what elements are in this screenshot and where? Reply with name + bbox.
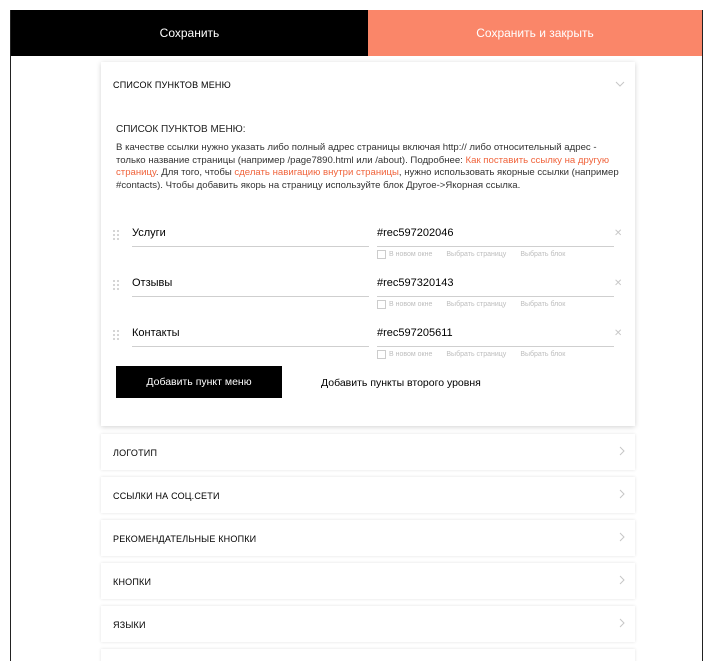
section-header[interactable]: ЛОГОТИП [113, 448, 157, 458]
drag-handle-icon[interactable] [113, 330, 119, 344]
menu-items-panel-header[interactable]: СПИСОК ПУНКТОВ МЕНЮ [113, 80, 231, 90]
section-recommend-buttons[interactable]: РЕКОМЕНДАТЕЛЬНЫЕ КНОПКИ [101, 520, 635, 556]
section-logo[interactable]: ЛОГОТИП [101, 434, 635, 470]
menu-item-options: В новом окне Выбрать страницу Выбрать бл… [377, 250, 579, 259]
chevron-right-icon[interactable] [619, 446, 625, 459]
editor-frame: Сохранить Сохранить и закрыть СПИСОК ПУН… [10, 10, 703, 661]
chevron-right-icon[interactable] [619, 489, 625, 502]
add-second-level-items-link[interactable]: Добавить пункты второго уровня [321, 377, 481, 389]
menu-item-link-input[interactable]: #rec597202046 [377, 222, 614, 247]
menu-item-row: Услуги #rec597202046 ✕ В новом окне Выбр… [101, 218, 635, 268]
section-social-links[interactable]: ССЫЛКИ НА СОЦ.СЕТИ [101, 477, 635, 513]
drag-handle-icon[interactable] [113, 230, 119, 244]
link-in-page-navigation[interactable]: сделать навигацию внутри страницы [234, 167, 398, 178]
select-page-link[interactable]: Выбрать страницу [446, 351, 506, 358]
chevron-right-icon[interactable] [619, 618, 625, 631]
menu-items-panel: СПИСОК ПУНКТОВ МЕНЮ СПИСОК ПУНКТОВ МЕНЮ:… [101, 62, 635, 426]
menu-item-title-input[interactable]: Контакты [132, 322, 369, 347]
menu-item-title-input[interactable]: Отзывы [132, 272, 369, 297]
select-page-link[interactable]: Выбрать страницу [446, 301, 506, 308]
section-header[interactable]: ССЫЛКИ НА СОЦ.СЕТИ [113, 491, 220, 501]
chevron-right-icon[interactable] [619, 532, 625, 545]
menu-item-row: Отзывы #rec597320143 ✕ В новом окне Выбр… [101, 268, 635, 318]
top-toolbar: Сохранить Сохранить и закрыть [11, 10, 702, 56]
menu-item-link-input[interactable]: #rec597320143 [377, 272, 614, 297]
menu-item-title-input[interactable]: Услуги [132, 222, 369, 247]
select-page-link[interactable]: Выбрать страницу [446, 251, 506, 258]
new-window-checkbox[interactable] [377, 300, 386, 309]
menu-items-field-label: СПИСОК ПУНКТОВ МЕНЮ: [116, 124, 246, 135]
new-window-label[interactable]: В новом окне [389, 351, 432, 358]
chevron-right-icon[interactable] [619, 575, 625, 588]
select-block-link[interactable]: Выбрать блок [520, 251, 565, 258]
new-window-label[interactable]: В новом окне [389, 301, 432, 308]
close-icon[interactable]: ✕ [614, 228, 622, 239]
select-block-link[interactable]: Выбрать блок [520, 351, 565, 358]
section-header[interactable]: РЕКОМЕНДАТЕЛЬНЫЕ КНОПКИ [113, 534, 256, 544]
section-header[interactable]: ЯЗЫКИ [113, 620, 146, 630]
menu-items-description: В качестве ссылки нужно указать либо пол… [116, 142, 624, 192]
section-languages[interactable]: ЯЗЫКИ [101, 606, 635, 642]
section-next-partial[interactable] [101, 649, 635, 661]
close-icon[interactable]: ✕ [614, 278, 622, 289]
drag-handle-icon[interactable] [113, 280, 119, 294]
chevron-down-icon[interactable] [615, 78, 625, 90]
menu-item-options: В новом окне Выбрать страницу Выбрать бл… [377, 300, 579, 309]
new-window-checkbox[interactable] [377, 350, 386, 359]
save-and-close-button[interactable]: Сохранить и закрыть [368, 10, 702, 56]
menu-item-row: Контакты #rec597205611 ✕ В новом окне Вы… [101, 318, 635, 368]
close-icon[interactable]: ✕ [614, 328, 622, 339]
section-header[interactable]: КНОПКИ [113, 577, 151, 587]
save-button[interactable]: Сохранить [11, 10, 368, 56]
new-window-label[interactable]: В новом окне [389, 251, 432, 258]
new-window-checkbox[interactable] [377, 250, 386, 259]
menu-item-link-input[interactable]: #rec597205611 [377, 322, 614, 347]
select-block-link[interactable]: Выбрать блок [520, 301, 565, 308]
menu-item-options: В новом окне Выбрать страницу Выбрать бл… [377, 350, 579, 359]
add-menu-item-button[interactable]: Добавить пункт меню [116, 366, 282, 398]
description-text: . Для того, чтобы [155, 167, 235, 178]
section-buttons[interactable]: КНОПКИ [101, 563, 635, 599]
